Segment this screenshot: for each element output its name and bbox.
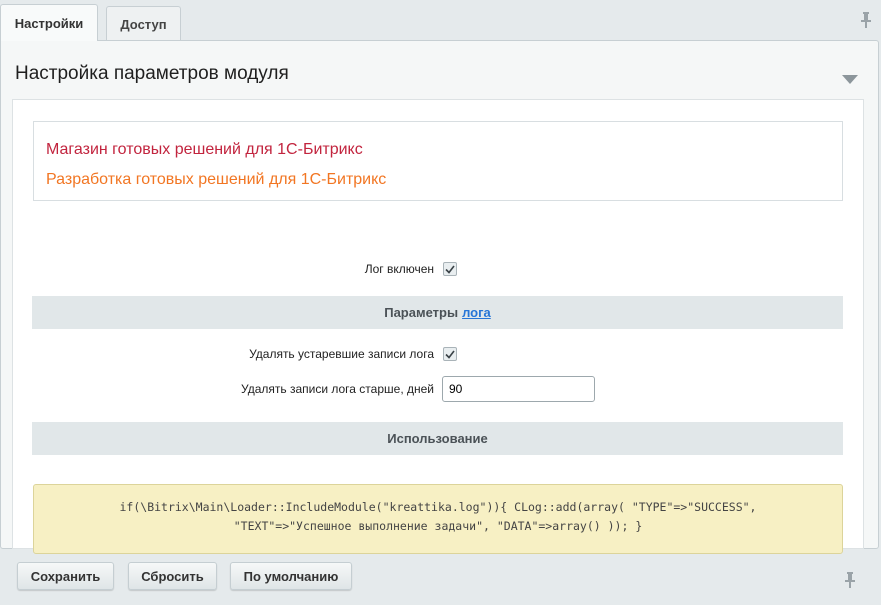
- usage-code-line-1: if(\Bitrix\Main\Loader::IncludeModule("k…: [119, 500, 757, 514]
- delete-old-checkbox[interactable]: [443, 347, 457, 361]
- delete-old-label: Удалять устаревшие записи лога: [249, 347, 434, 361]
- default-button[interactable]: По умолчанию: [230, 562, 352, 590]
- tab-bar: Настройки Доступ: [0, 0, 881, 41]
- section-log-params-link[interactable]: лога: [462, 305, 491, 320]
- section-usage: Использование: [32, 422, 843, 455]
- check-icon: [445, 350, 455, 359]
- brand-link-store[interactable]: Магазин готовых решений для 1С-Битрикс: [46, 141, 363, 159]
- section-log-params: Параметры лога: [32, 296, 843, 329]
- usage-code-sample: if(\Bitrix\Main\Loader::IncludeModule("k…: [33, 484, 843, 554]
- page-title: Настройка параметров модуля: [15, 63, 289, 84]
- save-button[interactable]: Сохранить: [17, 562, 114, 590]
- settings-panel: Настройка параметров модуля Магазин гото…: [0, 40, 879, 554]
- settings-form: Магазин готовых решений для 1С-Битрикс Р…: [12, 99, 864, 554]
- brand-box: Магазин готовых решений для 1С-Битрикс Р…: [33, 121, 843, 201]
- pin-icon[interactable]: [861, 12, 871, 33]
- delete-days-input[interactable]: [442, 376, 595, 402]
- brand-link-development[interactable]: Разработка готовых решений для 1С-Битрик…: [46, 171, 386, 189]
- tab-access[interactable]: Доступ: [106, 6, 181, 41]
- check-icon: [445, 265, 455, 274]
- reset-button[interactable]: Сбросить: [128, 562, 217, 590]
- usage-code-line-2: "TEXT"=>"Успешное выполнение задачи", "D…: [233, 519, 643, 533]
- delete-days-label: Удалять записи лога старше, дней: [241, 382, 434, 396]
- tab-settings[interactable]: Настройки: [0, 4, 98, 41]
- log-enabled-checkbox[interactable]: [443, 262, 457, 276]
- section-log-params-label: Параметры: [384, 305, 459, 320]
- log-enabled-label: Лог включен: [364, 262, 434, 276]
- triangle-down-icon[interactable]: [842, 71, 858, 89]
- pin-icon[interactable]: [845, 572, 855, 593]
